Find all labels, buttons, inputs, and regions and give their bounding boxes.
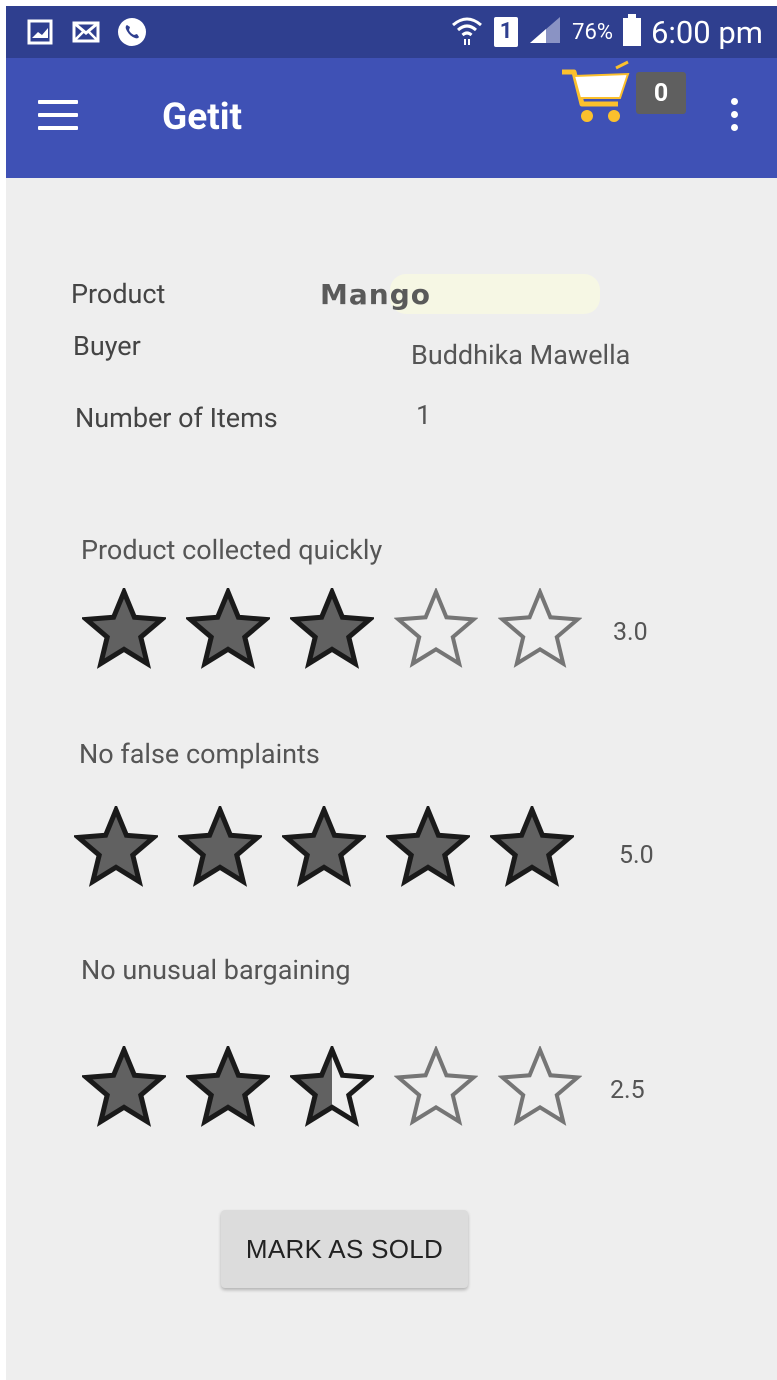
rating-value-false-complaints: 5.0	[619, 841, 654, 870]
star-filled-icon[interactable]	[186, 588, 290, 672]
menu-icon[interactable]	[38, 100, 78, 134]
cart-icon[interactable]	[556, 60, 636, 126]
product-label: Product	[71, 278, 166, 310]
gallery-icon	[24, 16, 56, 48]
star-filled-icon[interactable]	[386, 806, 490, 890]
cart-count-badge: 0	[636, 72, 686, 114]
battery-percent: 76%	[572, 19, 613, 45]
star-filled-icon[interactable]	[490, 806, 594, 890]
app-bar: Getit 0	[6, 58, 777, 178]
star-filled-icon[interactable]	[178, 806, 282, 890]
more-options-icon[interactable]	[724, 98, 744, 138]
rating-bar-unusual-bargaining[interactable]	[82, 1046, 602, 1130]
star-half-icon[interactable]	[290, 1046, 394, 1130]
star-filled-icon[interactable]	[186, 1046, 290, 1130]
battery-icon	[622, 14, 641, 50]
wifi-icon	[450, 13, 484, 51]
rating-bar-false-complaints[interactable]	[74, 806, 594, 890]
product-value: Mango	[320, 278, 431, 311]
rating-title-collected-quickly: Product collected quickly	[81, 534, 383, 566]
app-title: Getit	[162, 96, 243, 139]
buyer-label: Buyer	[73, 330, 141, 362]
signal-icon	[528, 15, 562, 49]
star-filled-icon[interactable]	[82, 588, 186, 672]
star-filled-icon[interactable]	[74, 806, 178, 890]
rating-value-unusual-bargaining: 2.5	[610, 1076, 645, 1105]
rating-title-unusual-bargaining: No unusual bargaining	[81, 954, 351, 986]
star-filled-icon[interactable]	[282, 806, 386, 890]
main-content: Product Mango Buyer Buddhika Mawella Num…	[6, 178, 777, 1380]
rating-title-false-complaints: No false complaints	[79, 738, 320, 770]
rating-value-collected-quickly: 3.0	[613, 618, 648, 647]
star-filled-icon[interactable]	[290, 588, 394, 672]
star-filled-icon[interactable]	[82, 1046, 186, 1130]
items-label: Number of Items	[75, 402, 278, 434]
buyer-value: Buddhika Mawella	[411, 339, 631, 371]
clock: 6:00 pm	[650, 13, 763, 51]
rating-bar-collected-quickly[interactable]	[82, 588, 602, 672]
items-value: 1	[416, 399, 432, 431]
sim-icon: 1	[494, 17, 519, 47]
phone-icon	[116, 16, 148, 48]
status-bar: 1 76% 6:00 pm	[6, 6, 777, 58]
star-empty-icon[interactable]	[394, 1046, 498, 1130]
star-empty-icon[interactable]	[498, 1046, 602, 1130]
mark-as-sold-button[interactable]: MARK AS SOLD	[221, 1210, 468, 1288]
star-empty-icon[interactable]	[394, 588, 498, 672]
star-empty-icon[interactable]	[498, 588, 602, 672]
sim-label: 1	[499, 19, 513, 44]
mail-icon	[70, 16, 102, 48]
